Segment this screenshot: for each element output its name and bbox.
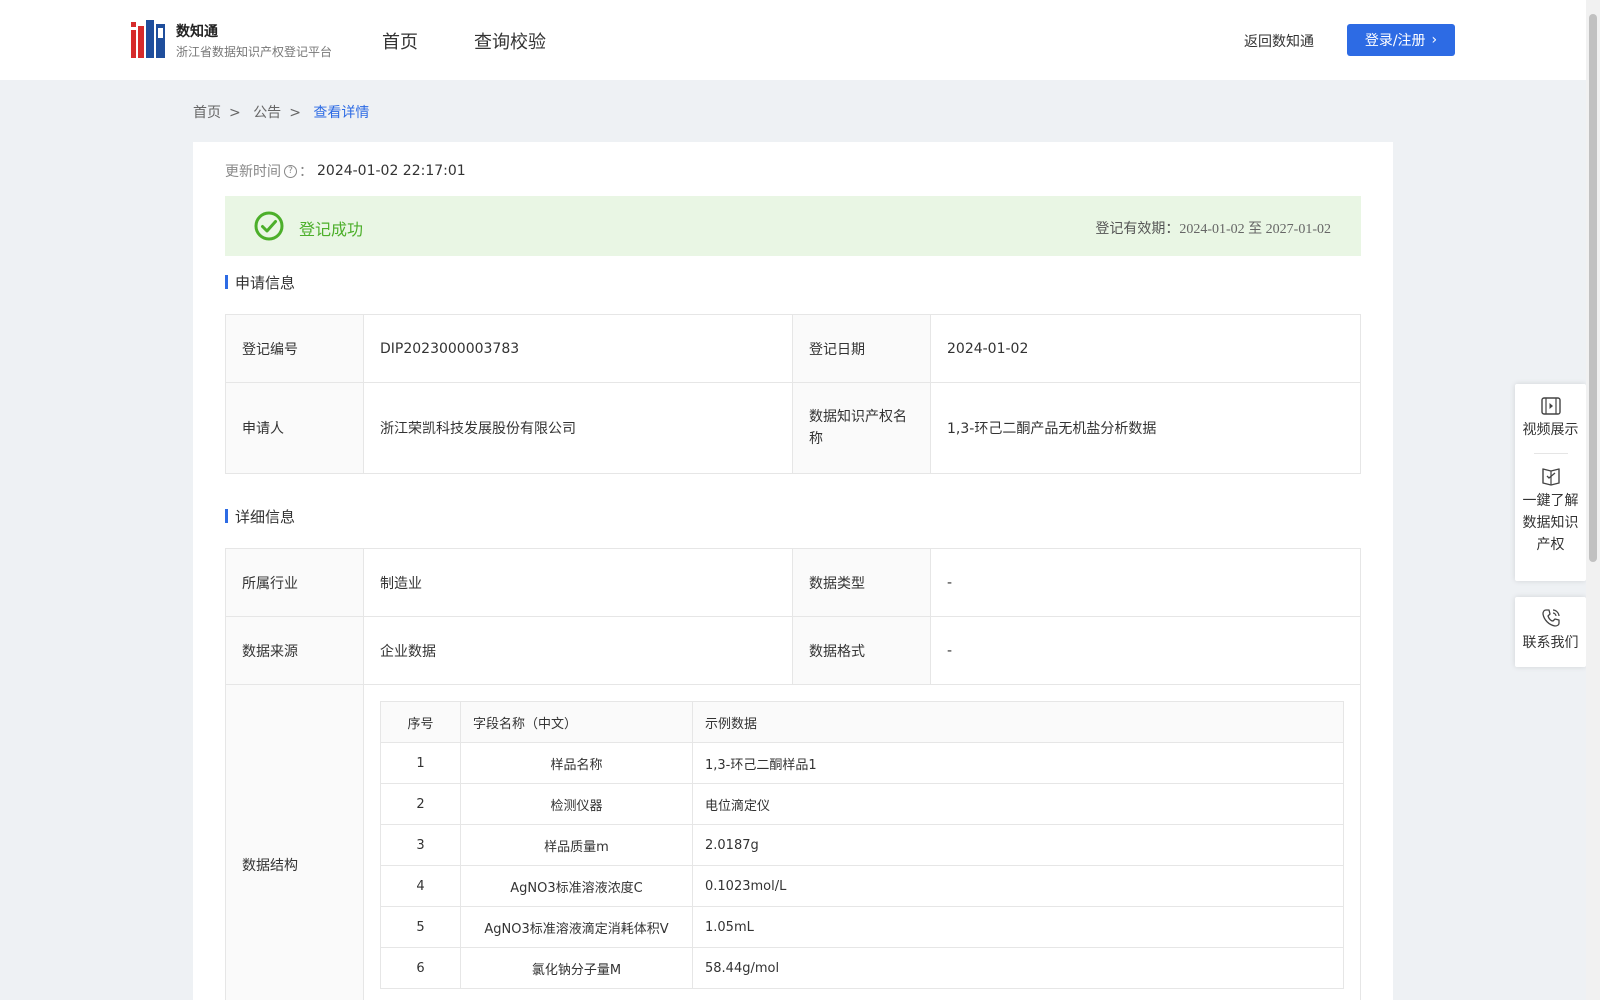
phone-icon xyxy=(1541,609,1560,627)
value-data-type: - xyxy=(930,548,1361,617)
status-text: 登记成功 xyxy=(299,220,364,239)
divider xyxy=(1533,453,1568,454)
cell-field-name: AgNO3标准溶液浓度C xyxy=(460,865,693,907)
cell-field-name: 样品名称 xyxy=(460,742,693,784)
label-reg-date: 登记日期 xyxy=(792,314,931,383)
video-showcase-label: 视频展示 xyxy=(1522,422,1579,438)
table-row: 6 氯化钠分子量M 58.44g/mol xyxy=(380,947,1344,989)
value-data-format: - xyxy=(930,616,1361,685)
section-title-application: 申请信息 xyxy=(225,272,295,293)
section-title-detail: 详细信息 xyxy=(225,506,295,527)
value-ip-name: 1,3-环己二酮产品无机盐分析数据 xyxy=(930,382,1361,474)
cell-sample: 58.44g/mol xyxy=(692,947,1344,989)
breadcrumb-home[interactable]: 首页 xyxy=(193,105,221,121)
cell-field-name: 氯化钠分子量M xyxy=(460,947,693,989)
login-register-label: 登录/注册 xyxy=(1364,33,1426,49)
cell-index: 3 xyxy=(380,824,461,866)
detail-table: 所属行业 制造业 数据类型 - 数据来源 企业数据 数据格式 - 数据结构 序号… xyxy=(225,548,1361,1000)
page-scrollbar[interactable] xyxy=(1586,0,1600,1000)
book-icon xyxy=(1541,468,1560,486)
cell-field-name: AgNO3标准溶液滴定消耗体积V xyxy=(460,906,693,948)
table-row: 3 样品质量m 2.0187g xyxy=(380,824,1344,866)
check-circle-icon xyxy=(254,211,284,241)
breadcrumb: 首页 > 公告 > 查看详情 xyxy=(193,105,370,121)
cell-index: 5 xyxy=(380,906,461,948)
cell-sample: 1,3-环己二酮样品1 xyxy=(692,742,1344,784)
structure-table: 序号 字段名称（中文） 示例数据 1 样品名称 1,3-环己二酮样品1 2 检测… xyxy=(380,701,1344,989)
cell-sample: 2.0187g xyxy=(692,824,1344,866)
col-header-field-name: 字段名称（中文） xyxy=(460,701,693,743)
label-data-source: 数据来源 xyxy=(225,616,364,685)
table-row: 数据来源 企业数据 数据格式 - xyxy=(225,616,1361,685)
label-applicant: 申请人 xyxy=(225,382,364,474)
contact-us-label: 联系我们 xyxy=(1522,635,1579,651)
status-bar: 登记成功 登记有效期：2024-01-02 至 2027-01-02 xyxy=(225,196,1361,256)
scrollbar-thumb[interactable] xyxy=(1589,14,1597,562)
update-time-value: 2024-01-02 22:17:01 xyxy=(317,163,466,179)
value-reg-number: DIP2023000003783 xyxy=(363,314,793,383)
table-row: 登记编号 DIP2023000003783 登记日期 2024-01-02 xyxy=(225,314,1361,383)
structure-cell: 序号 字段名称（中文） 示例数据 1 样品名称 1,3-环己二酮样品1 2 检测… xyxy=(363,684,1361,1000)
colon: ： xyxy=(299,164,313,180)
label-ip-name: 数据知识产权名称 xyxy=(792,382,931,474)
cell-sample: 电位滴定仪 xyxy=(692,783,1344,825)
side-panel-contact: 联系我们 xyxy=(1515,597,1586,667)
value-industry: 制造业 xyxy=(363,548,793,617)
learn-ip-label-1: 一鍵了解 xyxy=(1522,493,1579,509)
learn-ip-button[interactable]: 一鍵了解 数据知识 产权 xyxy=(1515,466,1586,556)
validity-period: 登记有效期：2024-01-02 至 2027-01-02 xyxy=(1095,218,1331,238)
logo-icon xyxy=(131,20,165,58)
table-row: 申请人 浙江荣凯科技发展股份有限公司 数据知识产权名称 1,3-环己二酮产品无机… xyxy=(225,382,1361,474)
cell-index: 2 xyxy=(380,783,461,825)
login-register-button[interactable]: 登录/注册 › xyxy=(1347,24,1455,56)
col-header-index: 序号 xyxy=(380,701,461,743)
col-header-sample-data: 示例数据 xyxy=(692,701,1344,743)
cell-sample: 1.05mL xyxy=(692,906,1344,948)
brand-subtitle: 浙江省数据知识产权登记平台 xyxy=(176,45,333,59)
table-row: 4 AgNO3标准溶液浓度C 0.1023mol/L xyxy=(380,865,1344,907)
video-showcase-button[interactable]: 视频展示 xyxy=(1515,397,1586,441)
update-time-label: 更新时间 xyxy=(225,164,281,180)
structure-header-row: 序号 字段名称（中文） 示例数据 xyxy=(380,701,1344,743)
cell-index: 1 xyxy=(380,742,461,784)
label-reg-number: 登记编号 xyxy=(225,314,364,383)
cell-field-name: 检测仪器 xyxy=(460,783,693,825)
side-panel-main: 视频展示 一鍵了解 数据知识 产权 xyxy=(1515,384,1586,581)
label-data-type: 数据类型 xyxy=(792,548,931,617)
table-row: 所属行业 制造业 数据类型 - xyxy=(225,548,1361,617)
update-time-row: 更新时间 ? ： 2024-01-02 22:17:01 xyxy=(225,161,466,181)
validity-value: 2024-01-02 至 2027-01-02 xyxy=(1179,222,1331,237)
detail-card: 更新时间 ? ： 2024-01-02 22:17:01 登记成功 登记有效期：… xyxy=(193,142,1393,1000)
back-to-shuzhitong-link[interactable]: 返回数知通 xyxy=(1244,31,1314,51)
chevron-right-icon: › xyxy=(1431,32,1438,48)
video-icon xyxy=(1540,397,1561,415)
value-applicant: 浙江荣凯科技发展股份有限公司 xyxy=(363,382,793,474)
validity-label: 登记有效期： xyxy=(1095,221,1180,237)
cell-sample: 0.1023mol/L xyxy=(692,865,1344,907)
breadcrumb-current: 查看详情 xyxy=(313,105,370,121)
application-table: 登记编号 DIP2023000003783 登记日期 2024-01-02 申请… xyxy=(225,314,1361,474)
cell-index: 4 xyxy=(380,865,461,907)
value-reg-date: 2024-01-02 xyxy=(930,314,1361,383)
nav-query-verify[interactable]: 查询校验 xyxy=(474,28,546,54)
label-industry: 所属行业 xyxy=(225,548,364,617)
breadcrumb-announcement[interactable]: 公告 xyxy=(253,105,281,121)
table-row: 2 检测仪器 电位滴定仪 xyxy=(380,783,1344,825)
label-data-structure: 数据结构 xyxy=(225,684,364,1000)
contact-us-button[interactable]: 联系我们 xyxy=(1515,608,1586,654)
table-row: 1 样品名称 1,3-环己二酮样品1 xyxy=(380,742,1344,784)
learn-ip-label-3: 产权 xyxy=(1536,537,1565,553)
table-row: 5 AgNO3标准溶液滴定消耗体积V 1.05mL xyxy=(380,906,1344,948)
cell-field-name: 样品质量m xyxy=(460,824,693,866)
label-data-format: 数据格式 xyxy=(792,616,931,685)
cell-index: 6 xyxy=(380,947,461,989)
learn-ip-label-2: 数据知识 xyxy=(1522,515,1579,531)
brand-title: 数知通 xyxy=(176,24,218,40)
help-icon[interactable]: ? xyxy=(284,164,297,178)
top-header: 数知通 浙江省数据知识产权登记平台 首页 查询校验 返回数知通 登录/注册 › xyxy=(0,0,1586,80)
value-data-source: 企业数据 xyxy=(363,616,793,685)
nav-home[interactable]: 首页 xyxy=(382,28,418,54)
table-row: 数据结构 序号 字段名称（中文） 示例数据 1 样品名称 1,3-环己二酮样品1… xyxy=(225,684,1361,1000)
